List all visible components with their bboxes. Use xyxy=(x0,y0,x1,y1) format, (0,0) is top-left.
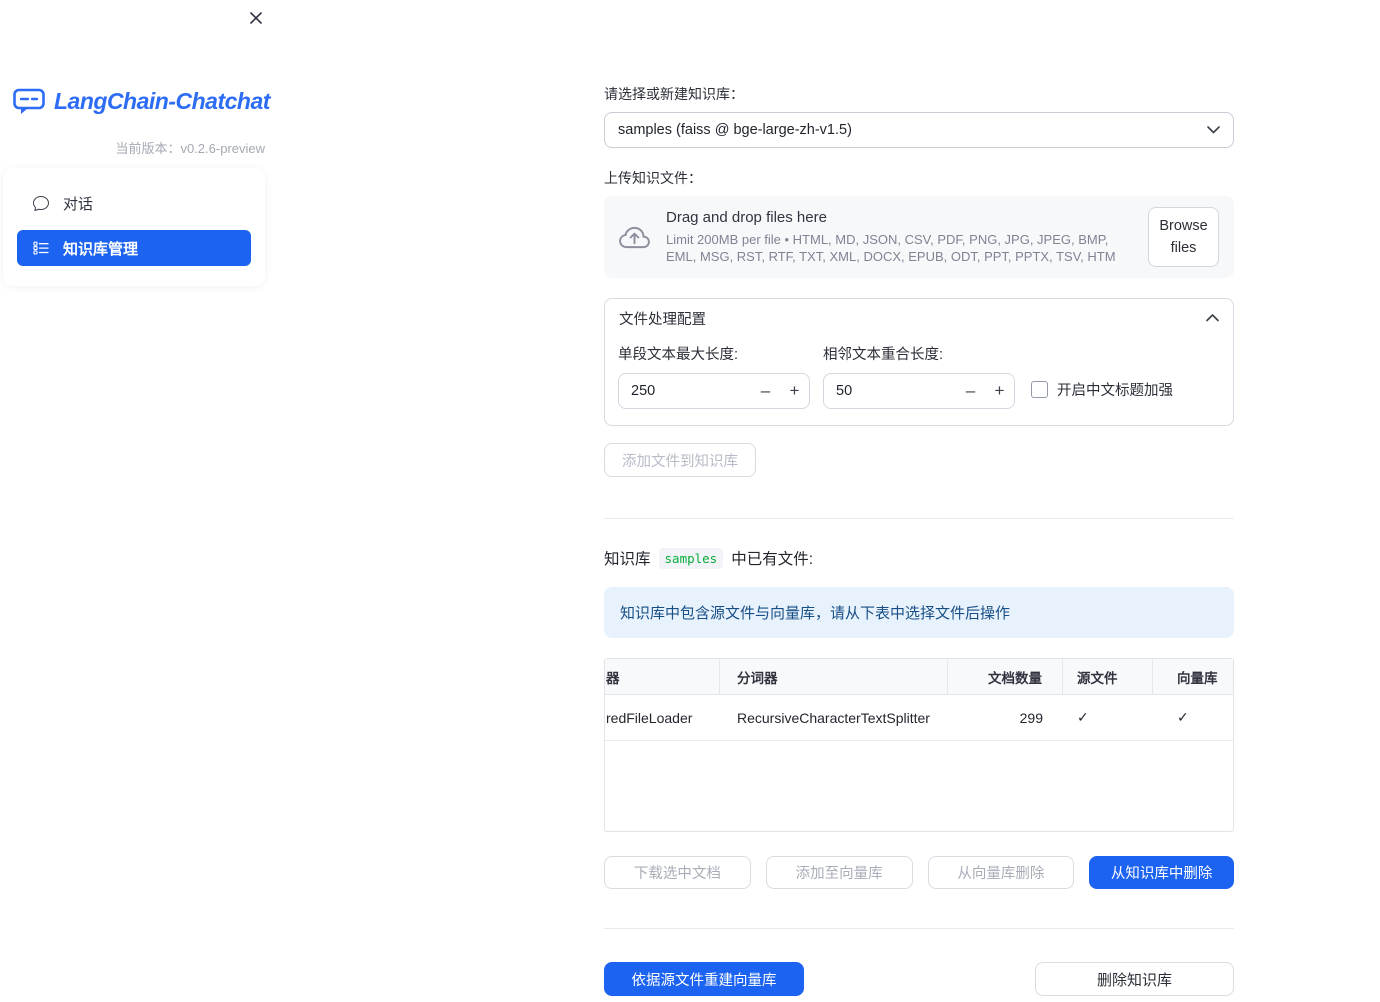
main-content: 请选择或新建知识库： samples (faiss @ bge-large-zh… xyxy=(604,0,1234,996)
zh-title-checkbox-label: 开启中文标题加强 xyxy=(1057,383,1173,399)
file-actions-row: 下载选中文档 添加至向量库 从向量库删除 从知识库中删除 xyxy=(604,856,1234,889)
kb-files-suffix: 中已有文件: xyxy=(731,551,814,568)
sidebar: LangChain-Chatchat 当前版本：v0.2.6-preview 对… xyxy=(0,0,280,1002)
chat-icon xyxy=(33,195,49,211)
kb-files-prefix: 知识库 xyxy=(604,551,651,568)
plus-button[interactable]: + xyxy=(780,381,809,401)
chunk-size-group: 单段文本最大长度: – + xyxy=(618,343,810,409)
overlap-size-stepper: – + xyxy=(823,373,1015,409)
chatchat-logo-icon xyxy=(12,86,46,116)
file-dropzone[interactable]: Drag and drop files here Limit 200MB per… xyxy=(604,196,1234,278)
expander-title: 文件处理配置 xyxy=(619,311,706,328)
cell-vector-store-check: ✓ xyxy=(1177,709,1189,725)
expander-header[interactable]: 文件处理配置 xyxy=(605,299,1233,337)
delete-from-vector-store-button[interactable]: 从向量库删除 xyxy=(927,856,1075,889)
sidebar-menu: 对话 知识库管理 xyxy=(3,168,265,286)
kb-files-heading: 知识库 samples 中已有文件: xyxy=(604,547,1234,569)
overlap-size-group: 相邻文本重合长度: – + xyxy=(823,343,1015,409)
version-label: 当前版本：v0.2.6-preview xyxy=(115,141,265,156)
close-icon xyxy=(249,11,263,25)
cell-doc-count: 299 xyxy=(1019,709,1043,726)
checkbox-icon[interactable] xyxy=(1031,381,1048,398)
sidebar-item-dialogue[interactable]: 对话 xyxy=(17,185,251,221)
table-header-row: 器 分词器 文档数量 源文件 向量库 xyxy=(605,659,1233,695)
kb-name-code: samples xyxy=(658,547,724,569)
sidebar-item-knowledge-base[interactable]: 知识库管理 xyxy=(17,230,251,266)
sidebar-item-label: 知识库管理 xyxy=(63,240,139,258)
upload-label: 上传知识文件： xyxy=(604,170,702,186)
plus-button[interactable]: + xyxy=(985,381,1014,401)
sidebar-item-label: 对话 xyxy=(63,195,94,213)
zh-title-checkbox-field[interactable]: 开启中文标题加强 xyxy=(1031,379,1173,400)
dropzone-title: Drag and drop files here xyxy=(666,208,827,226)
add-files-to-kb-button[interactable]: 添加文件到知识库 xyxy=(604,443,756,477)
divider xyxy=(604,518,1234,519)
kb-select-label: 请选择或新建知识库： xyxy=(604,86,744,102)
files-table: 器 分词器 文档数量 源文件 向量库 redFileLoader Recursi… xyxy=(604,658,1234,832)
table-header-loader[interactable]: 器 xyxy=(605,659,720,694)
chevron-up-icon xyxy=(1206,314,1219,322)
browse-files-button[interactable]: Browse files xyxy=(1148,206,1219,268)
dropzone-hint: Limit 200MB per file • HTML, MD, JSON, C… xyxy=(666,231,1116,264)
delete-from-kb-button[interactable]: 从知识库中删除 xyxy=(1089,856,1234,889)
chevron-down-icon xyxy=(1207,126,1220,134)
file-config-expander: 文件处理配置 单段文本最大长度: – + 相邻文本重合长度: xyxy=(604,298,1234,426)
expander-body: 单段文本最大长度: – + 相邻文本重合长度: – + xyxy=(605,337,1233,425)
table-header-doc-count[interactable]: 文档数量 xyxy=(948,659,1063,694)
chunk-size-label: 单段文本最大长度: xyxy=(618,347,739,363)
cell-loader: redFileLoader xyxy=(606,709,693,726)
table-header-splitter[interactable]: 分词器 xyxy=(720,659,948,694)
delete-kb-button[interactable]: 删除知识库 xyxy=(1035,962,1234,996)
chunk-size-input[interactable] xyxy=(619,383,751,399)
cell-source-file-check: ✓ xyxy=(1077,709,1089,725)
table-header-source-file[interactable]: 源文件 xyxy=(1063,659,1153,694)
chunk-size-stepper: – + xyxy=(618,373,810,409)
add-to-vector-store-button[interactable]: 添加至向量库 xyxy=(765,856,913,889)
cell-splitter: RecursiveCharacterTextSplitter xyxy=(737,709,930,726)
kb-bottom-actions: 依据源文件重建向量库 删除知识库 xyxy=(604,962,1234,996)
app-root: LangChain-Chatchat 当前版本：v0.2.6-preview 对… xyxy=(0,0,1380,1002)
minus-button[interactable]: – xyxy=(751,381,780,401)
kb-select-value: samples (faiss @ bge-large-zh-v1.5) xyxy=(618,122,852,138)
overlap-size-label: 相邻文本重合长度: xyxy=(823,347,944,363)
dropzone-text: Drag and drop files here Limit 200MB per… xyxy=(666,209,1132,265)
download-selected-button[interactable]: 下载选中文档 xyxy=(604,856,751,889)
rebuild-vector-store-button[interactable]: 依据源文件重建向量库 xyxy=(604,962,804,996)
app-logo: LangChain-Chatchat xyxy=(12,86,270,116)
table-header-vector-store[interactable]: 向量库 xyxy=(1153,659,1233,694)
cloud-upload-icon xyxy=(619,225,650,250)
info-alert: 知识库中包含源文件与向量库，请从下表中选择文件后操作 xyxy=(604,587,1234,638)
kb-select[interactable]: samples (faiss @ bge-large-zh-v1.5) xyxy=(604,112,1234,148)
minus-button[interactable]: – xyxy=(956,381,985,401)
overlap-size-input[interactable] xyxy=(824,383,956,399)
app-logo-text: LangChain-Chatchat xyxy=(54,87,270,114)
divider xyxy=(604,928,1234,929)
table-empty-area xyxy=(605,740,1233,831)
list-icon xyxy=(33,240,49,256)
sidebar-close-button[interactable] xyxy=(246,8,266,28)
table-row[interactable]: redFileLoader RecursiveCharacterTextSpli… xyxy=(605,695,1233,740)
